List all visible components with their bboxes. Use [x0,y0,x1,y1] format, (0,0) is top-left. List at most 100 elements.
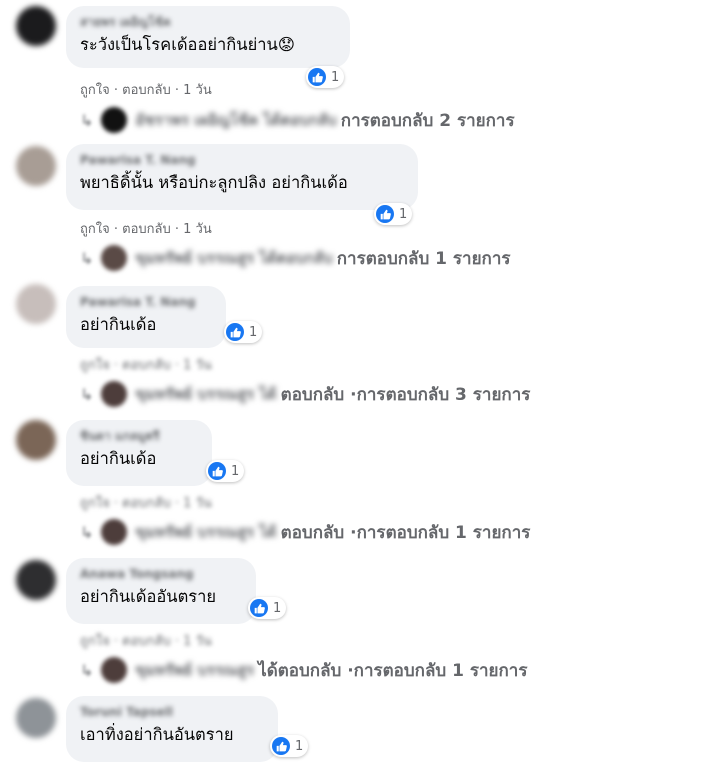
reply-avatar [101,245,128,271]
reply-count: การตอบกลับ 1 รายการ [336,248,511,269]
reply-link[interactable]: ตอบกลับ [122,634,171,649]
separator: · [109,83,123,98]
reply-link[interactable]: ตอบกลับ [122,83,171,98]
separator: · [109,496,123,511]
comment-author[interactable]: Anawa Tongsang [80,566,242,582]
reply-author: อัชราพร เผอิญโช้ค ได้ตอบกลับ [135,111,337,129]
comment-text: พยาธิดิ้นั้น หรือบ่กะลูกปลิง อย่ากินเด้อ [80,173,348,192]
like-link[interactable]: ถูกใจ [80,222,110,237]
reply-author: ขุมทรัพย์ บรรณสูร [135,661,255,679]
comment-author[interactable]: Pawarisa T. Nang [80,152,404,168]
reaction-number: 1 [273,600,282,616]
comment-actions: ถูกใจ · ตอบกลับ · 1 วัน [80,79,212,100]
comment-author[interactable]: Toruni Tapsell [80,704,264,720]
commenter-avatar[interactable] [16,6,56,46]
reply-avatar [101,381,128,407]
worried-face-emoji: 😟 [277,35,295,54]
separator: · [170,222,184,237]
comment-time[interactable]: 1 วัน [183,83,212,98]
reply-count: การตอบกลับ 1 รายการ [356,522,531,543]
comment-actions: ถูกใจ · ตอบกลับ · 1 วัน [80,218,212,239]
reply-tail: ตอบกลับ · [280,522,357,543]
reaction-count[interactable]: 1 [248,597,287,619]
comment-text: เอาทิ่งอย่ากินอันตราย [80,725,234,744]
comment-text: ระวังเป็นโรคเด้ออย่ากินย่าน [80,35,278,54]
comment-author[interactable]: ชินดา แกลมูตรี [80,428,198,444]
reply-arrow-icon: ↳ [80,384,94,404]
comment-bubble: Pawarisa T. Nang อย่ากินเด้อ [66,286,226,348]
reaction-count[interactable]: 1 [224,321,263,343]
comment-actions: ถูกใจ · ตอบกลับ · 1 วัน [80,492,212,513]
comment-text: อย่ากินเด้ออันตราย [80,587,217,606]
comment-text-line: ระวังเป็นโรคเด้ออย่ากินย่าน😟 [80,34,336,56]
like-icon [208,462,226,480]
comment-bubble: Toruni Tapsell เอาทิ่งอย่ากินอันตราย [66,696,278,762]
separator: · [109,222,123,237]
like-icon [226,323,244,341]
comment-item: สายพร เผอิญโช้ค ระวังเป็นโรคเด้ออย่ากินย… [0,0,724,140]
view-replies-link[interactable]: ↳ ขุมทรัพย์ บรรณสูร ได้ตอบกลับ · การตอบก… [80,655,527,685]
reaction-number: 1 [399,206,408,222]
comment-actions: ถูกใจ · ตอบกลับ · 1 วัน [80,630,212,651]
comment-time[interactable]: 1 วัน [183,496,212,511]
reaction-number: 1 [331,69,340,85]
comment-time[interactable]: 1 วัน [183,222,212,237]
reply-author: ขุมทรัพย์ บรรณสูร ได้ [135,523,277,541]
reply-arrow-icon: ↳ [80,248,94,268]
reply-avatar [101,107,128,133]
reply-author: ขุมทรัพย์ บรรณสูร ได้ [135,385,277,403]
comment-item: Pawarisa T. Nang พยาธิดิ้นั้น หรือบ่กะลู… [0,140,724,275]
comment-author[interactable]: สายพร เผอิญโช้ค [80,14,336,30]
separator: · [109,358,123,373]
reply-tail: ได้ตอบกลับ · [258,660,354,681]
reply-count: การตอบกลับ 2 รายการ [340,110,515,131]
commenter-avatar[interactable] [16,284,56,324]
reply-avatar [101,657,128,683]
commenter-avatar[interactable] [16,698,56,738]
like-link[interactable]: ถูกใจ [80,634,110,649]
reply-link[interactable]: ตอบกลับ [122,358,171,373]
comment-bubble: Pawarisa T. Nang พยาธิดิ้นั้น หรือบ่กะลู… [66,144,418,210]
commenter-avatar[interactable] [16,560,56,600]
comment-text: อย่ากินเด้อ [80,315,157,334]
view-replies-link[interactable]: ↳ ขุมทรัพย์ บรรณสูร ได้ตอบกลับ การตอบกลั… [80,243,511,273]
comment-time[interactable]: 1 วัน [183,358,212,373]
reply-link[interactable]: ตอบกลับ [122,496,171,511]
view-replies-link[interactable]: ↳ ขุมทรัพย์ บรรณสูร ได้ ตอบกลับ · การตอบ… [80,517,530,547]
reply-author: ขุมทรัพย์ บรรณสูร ได้ตอบกลับ [135,249,333,267]
like-link[interactable]: ถูกใจ [80,496,110,511]
reply-avatar [101,519,128,545]
reaction-number: 1 [249,324,258,340]
reaction-count[interactable]: 1 [206,460,245,482]
commenter-avatar[interactable] [16,146,56,186]
comment-bubble: สายพร เผอิญโช้ค ระวังเป็นโรคเด้ออย่ากินย… [66,6,350,68]
reply-arrow-icon: ↳ [80,522,94,542]
comment-author[interactable]: Pawarisa T. Nang [80,294,212,310]
comment-item: Anawa Tongsang อย่ากินเด้ออันตราย 1 ถูกใ… [0,556,724,688]
comment-text: อย่ากินเด้อ [80,449,157,468]
reaction-count[interactable]: 1 [270,735,309,757]
comment-bubble: ชินดา แกลมูตรี อย่ากินเด้อ [66,420,212,486]
reaction-number: 1 [295,738,304,754]
commenter-avatar[interactable] [16,420,56,460]
like-link[interactable]: ถูกใจ [80,358,110,373]
reaction-count[interactable]: 1 [374,203,413,225]
separator: · [170,634,184,649]
comment-bubble: Anawa Tongsang อย่ากินเด้ออันตราย [66,558,256,624]
view-replies-link[interactable]: ↳ อัชราพร เผอิญโช้ค ได้ตอบกลับ การตอบกลั… [80,105,515,135]
reply-arrow-icon: ↳ [80,110,94,130]
like-link[interactable]: ถูกใจ [80,83,110,98]
comment-item: Pawarisa T. Nang อย่ากินเด้อ 1 ถูกใจ · ต… [0,282,724,412]
like-icon [250,599,268,617]
separator: · [109,634,123,649]
view-replies-link[interactable]: ↳ ขุมทรัพย์ บรรณสูร ได้ ตอบกลับ · การตอบ… [80,379,530,409]
reply-link[interactable]: ตอบกลับ [122,222,171,237]
comment-actions: ถูกใจ · ตอบกลับ · 1 วัน [80,354,212,375]
like-icon [376,205,394,223]
comment-time[interactable]: 1 วัน [183,634,212,649]
like-icon [308,68,326,86]
reaction-number: 1 [231,463,240,479]
separator: · [170,358,184,373]
comment-item: Toruni Tapsell เอาทิ่งอย่ากินอันตราย 1 [0,694,724,768]
reaction-count[interactable]: 1 [306,66,345,88]
